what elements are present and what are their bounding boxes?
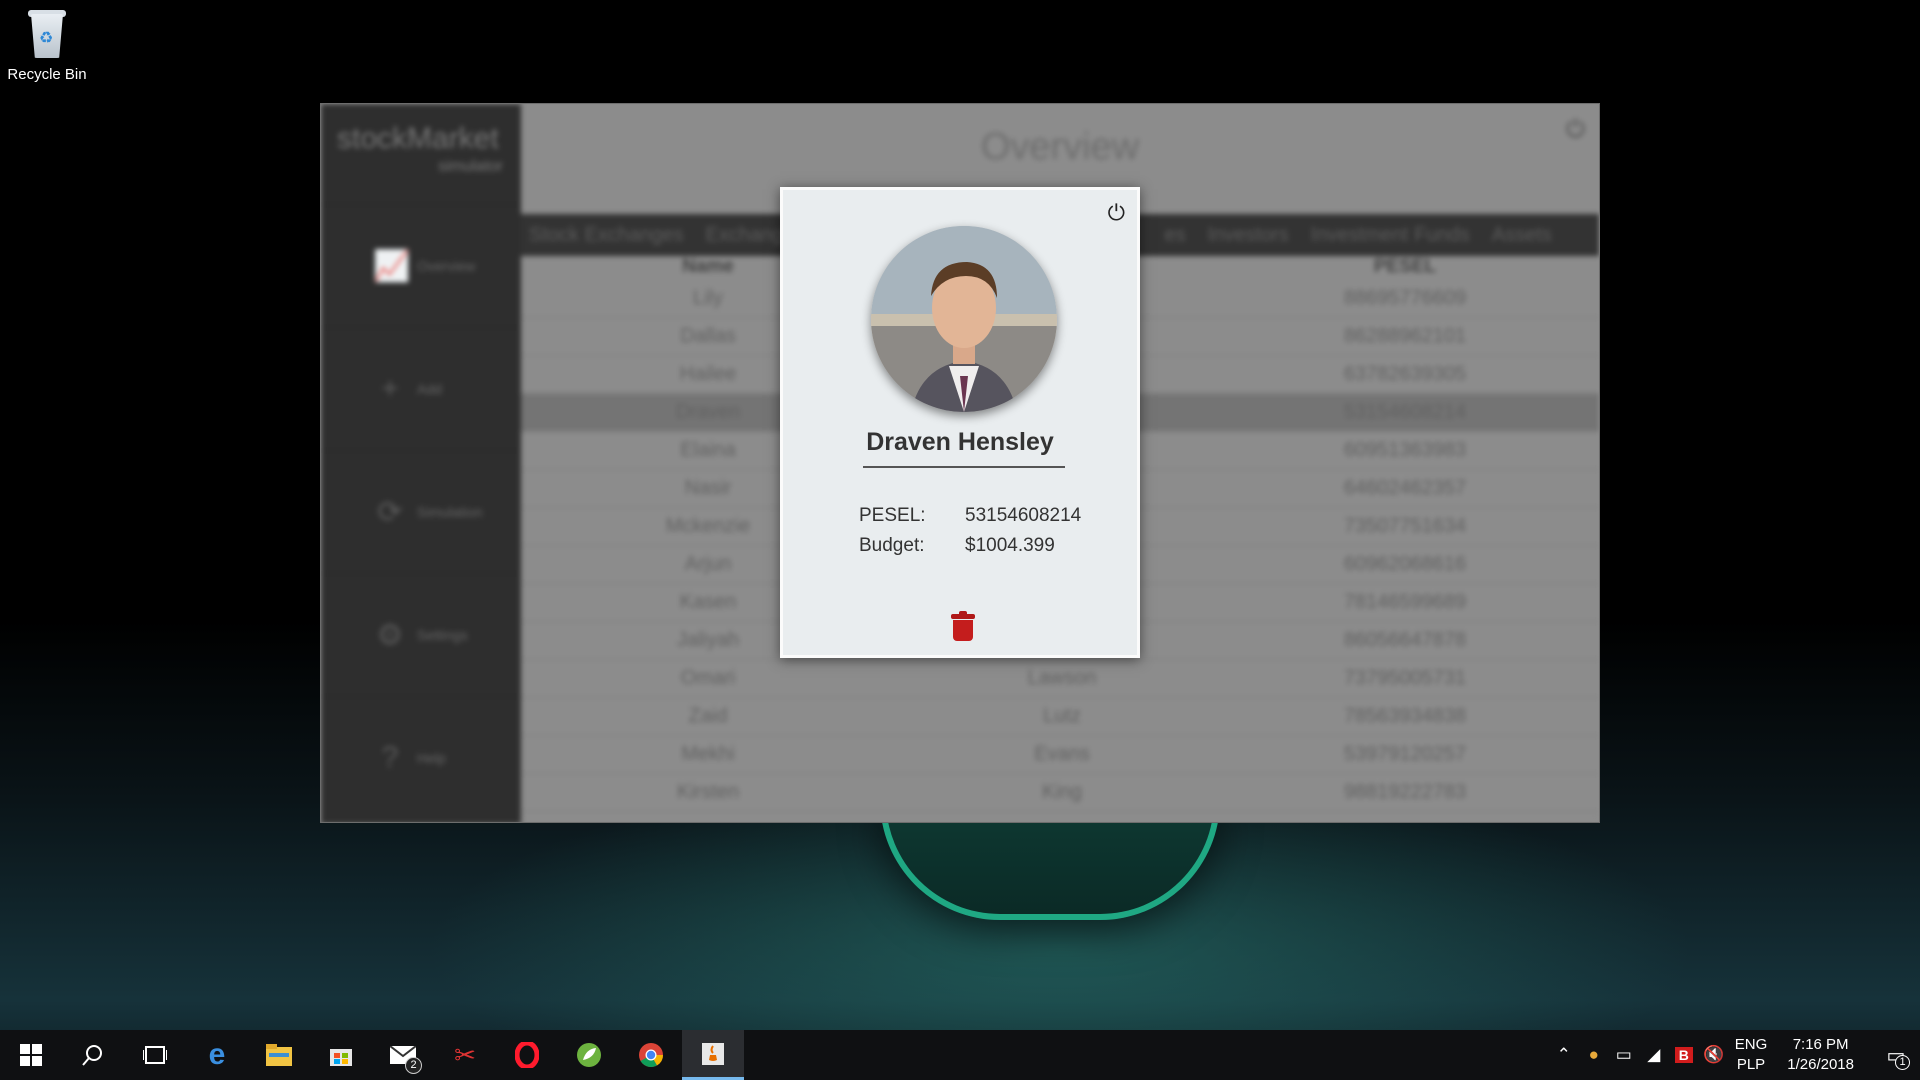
edge-icon[interactable]: e [186, 1030, 248, 1080]
table-cell: 86056647878 [1343, 629, 1467, 651]
lang-bottom: PLP [1736, 1056, 1766, 1073]
investor-name: Draven Hensley [866, 428, 1054, 456]
sidebar-item-add[interactable]: + Add [321, 327, 521, 450]
table-row[interactable]: Omari Lawson 73795005731 [521, 660, 1599, 698]
brand-subtitle: simulator [438, 158, 503, 175]
file-explorer-icon[interactable] [248, 1030, 310, 1080]
table-cell: Zaid [688, 705, 728, 727]
gear-icon: ⚙ [376, 618, 404, 652]
table-cell: 53979120257 [1343, 743, 1467, 765]
recycle-bin[interactable]: ♻ Recycle Bin [6, 8, 88, 83]
chart-icon: 📈 [373, 249, 411, 283]
header-pesel[interactable]: PESEL [1229, 256, 1581, 280]
sidebar-item-label: Simulation [417, 504, 483, 520]
sidebar-item-overview[interactable]: 📈 Overview [321, 204, 521, 327]
taskbar: e 2 ✂ ⌃ ● ▭ ◢ B 🔇 ENG PLP 7:16 PM 1/26/2… [0, 1030, 1920, 1080]
table-row[interactable]: Kirsten King 98819222783 [521, 774, 1599, 812]
sidebar-item-label: Add [417, 381, 442, 397]
table-cell: 60962068616 [1343, 553, 1467, 575]
name-underline [863, 466, 1065, 468]
mail-icon[interactable]: 2 [372, 1030, 434, 1080]
tab-investment-funds[interactable]: Investment Funds [1311, 224, 1470, 247]
network-globe-icon[interactable]: ● [1579, 1045, 1609, 1065]
brand: stockMarket simulator [321, 104, 521, 204]
power-icon[interactable]: ⏻ [1108, 200, 1125, 226]
recycle-bin-icon: ♻ [26, 8, 68, 60]
sidebar: stockMarket simulator 📈 Overview + Add ⟳… [321, 104, 521, 822]
table-cell: 64602462357 [1343, 477, 1467, 499]
help-icon: ? [381, 741, 399, 774]
table-cell: 60951363983 [1343, 439, 1467, 461]
search-icon[interactable] [62, 1030, 124, 1080]
action-center-icon[interactable]: ▭ 1 [1872, 1043, 1920, 1070]
table-cell: 73507751634 [1343, 515, 1467, 537]
avatar [871, 226, 1057, 412]
table-cell: 73795005731 [1343, 667, 1467, 689]
sidebar-item-label: Overview [417, 258, 476, 274]
tab-stock-exchanges[interactable]: Stock Exchanges [529, 224, 684, 247]
table-cell: Omari [680, 667, 736, 689]
b-app-icon[interactable]: B [1669, 1045, 1699, 1065]
sidebar-item-label: Help [417, 750, 446, 766]
table-cell: Lutz [1043, 705, 1081, 727]
budget-label: Budget: [859, 535, 925, 556]
tab-partial[interactable]: es [1165, 224, 1186, 247]
table-row[interactable]: Zaid Lutz 78563934838 [521, 698, 1599, 736]
brand-title: stockMarket [337, 122, 499, 155]
tab-assets[interactable]: Assets [1492, 224, 1552, 247]
table-cell: Evans [1034, 743, 1090, 765]
table-cell: 88695776609 [1343, 287, 1467, 309]
store-icon[interactable] [310, 1030, 372, 1080]
mail-badge: 2 [405, 1057, 422, 1074]
notification-count: 1 [1895, 1054, 1910, 1070]
wifi-icon[interactable]: ◢ [1639, 1045, 1669, 1065]
lang-top: ENG [1734, 1036, 1768, 1053]
chevron-up-icon[interactable]: ⌃ [1549, 1045, 1579, 1065]
tab-investors[interactable]: Investors [1208, 224, 1289, 247]
refresh-icon: ⟳ [377, 495, 403, 529]
sidebar-item-simulation[interactable]: ⟳ Simulation [321, 450, 521, 573]
table-cell: 98819222783 [1343, 781, 1467, 803]
clock-date: 1/26/2018 [1787, 1056, 1854, 1073]
table-row[interactable]: Mekhi Evans 53979120257 [521, 736, 1599, 774]
table-cell: 63782639305 [1343, 363, 1467, 385]
java-app-icon[interactable] [682, 1030, 744, 1080]
clock[interactable]: 7:16 PM 1/26/2018 [1787, 1035, 1854, 1075]
table-cell: 78563934838 [1343, 705, 1467, 727]
table-cell: Mekhi [681, 743, 735, 765]
delete-trash-icon[interactable] [951, 611, 975, 641]
pesel-label: PESEL: [859, 505, 926, 526]
investor-detail-dialog: ⏻ Draven Hensley PESEL: 53154608214 Budge… [780, 187, 1140, 658]
sidebar-item-settings[interactable]: ⚙ Settings [321, 573, 521, 696]
table-cell: Lawson [1027, 667, 1097, 689]
plus-icon: + [381, 372, 399, 405]
spring-icon[interactable] [558, 1030, 620, 1080]
table-cell: King [1041, 781, 1083, 803]
chrome-icon[interactable] [620, 1030, 682, 1080]
recycle-bin-label: Recycle Bin [7, 66, 87, 83]
investor-info: PESEL: 53154608214 Budget: $1004.399 [859, 501, 1081, 561]
battery-icon[interactable]: ▭ [1609, 1045, 1639, 1065]
task-view-icon[interactable] [124, 1030, 186, 1080]
power-icon[interactable]: ⏻ [1566, 116, 1585, 144]
windows-start-icon[interactable] [0, 1030, 62, 1080]
sidebar-item-help[interactable]: ? Help [321, 696, 521, 819]
table-cell: 53154608214 [1343, 401, 1467, 423]
clock-time: 7:16 PM [1792, 1036, 1849, 1053]
budget-value: $1004.399 [965, 535, 1055, 556]
paint-icon[interactable]: ✂ [434, 1030, 496, 1080]
volume-muted-icon[interactable]: 🔇 [1699, 1045, 1729, 1065]
opera-icon[interactable] [496, 1030, 558, 1080]
pesel-value: 53154608214 [965, 505, 1082, 526]
language-indicator[interactable]: ENG PLP [1735, 1035, 1768, 1075]
table-cell: 86288962101 [1343, 325, 1467, 347]
table-cell: Kirsten [676, 781, 740, 803]
system-tray: ⌃ ● ▭ ◢ B 🔇 ENG PLP 7:16 PM 1/26/2018 ▭ … [1549, 1030, 1920, 1080]
sidebar-item-label: Settings [417, 627, 468, 643]
table-cell: 78146599689 [1343, 591, 1467, 613]
